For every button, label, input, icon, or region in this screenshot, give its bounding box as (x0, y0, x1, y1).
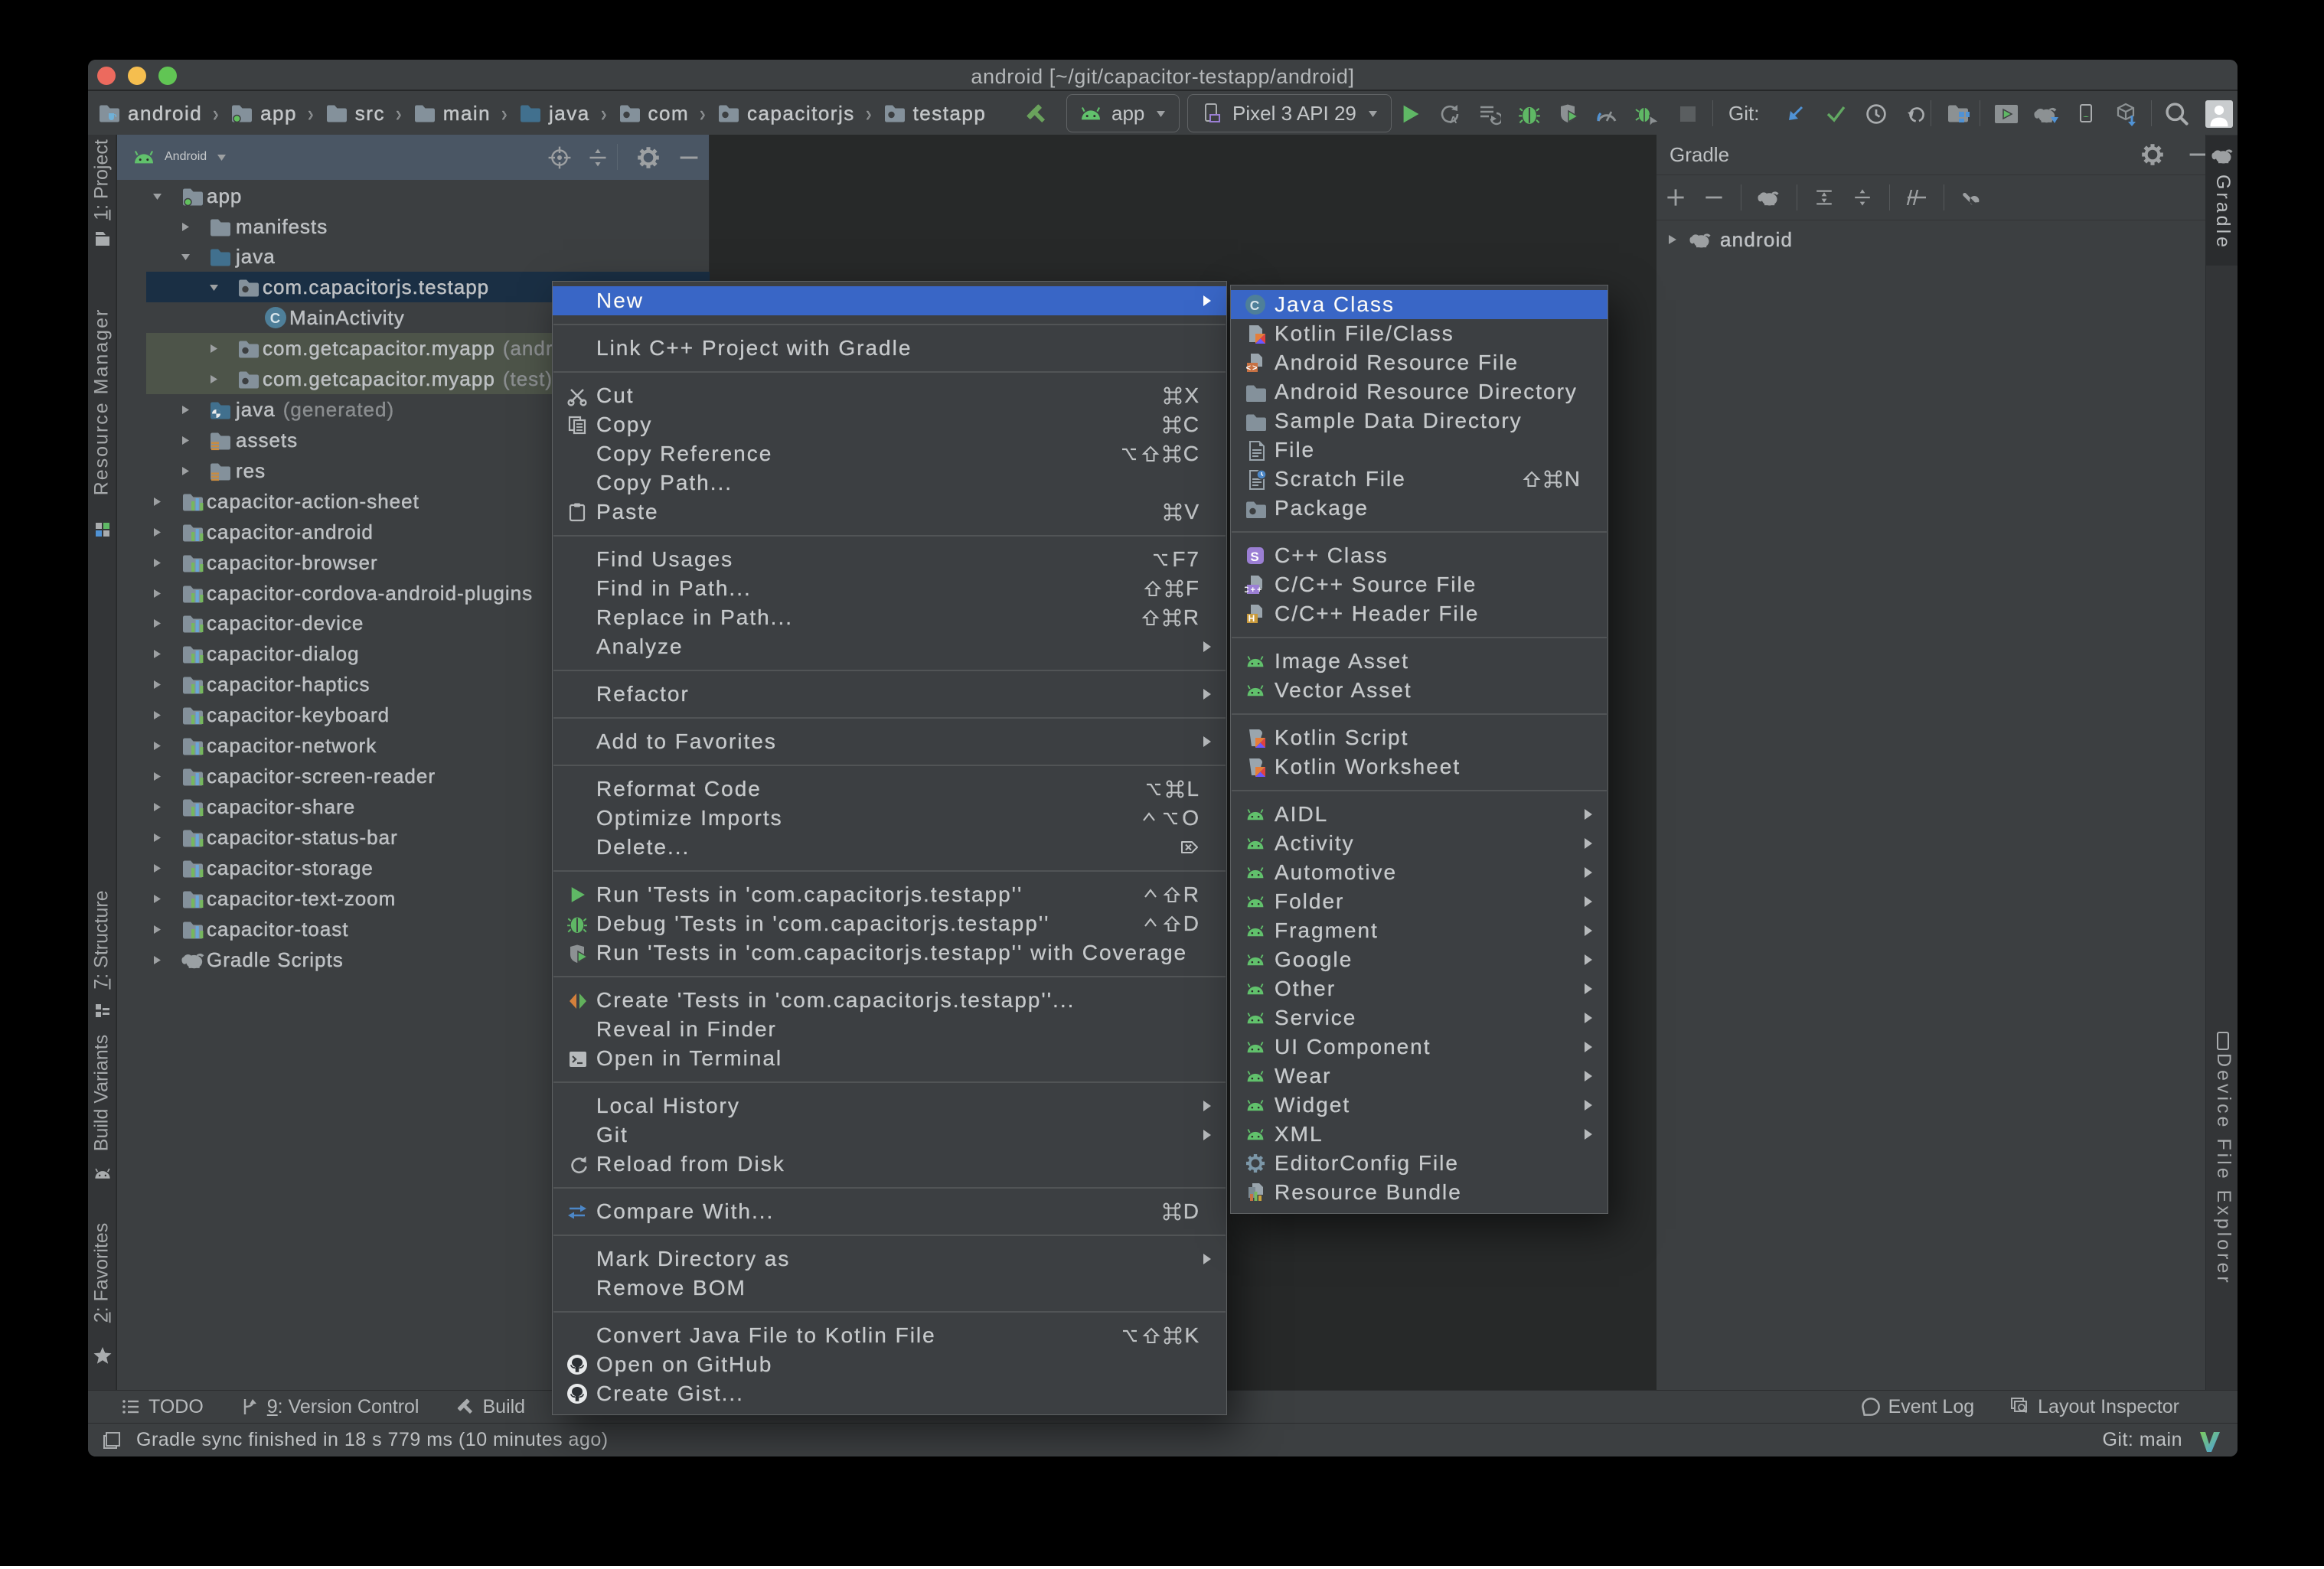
svg-text:<>: <> (1246, 364, 1259, 373)
svg-text:S: S (1250, 550, 1260, 564)
svg-text:C: C (270, 310, 281, 326)
svg-text:C: C (1250, 298, 1262, 313)
svg-text:C++: C++ (1245, 586, 1263, 595)
svg-text:H: H (1248, 613, 1257, 624)
svg-text:A: A (1450, 114, 1457, 126)
